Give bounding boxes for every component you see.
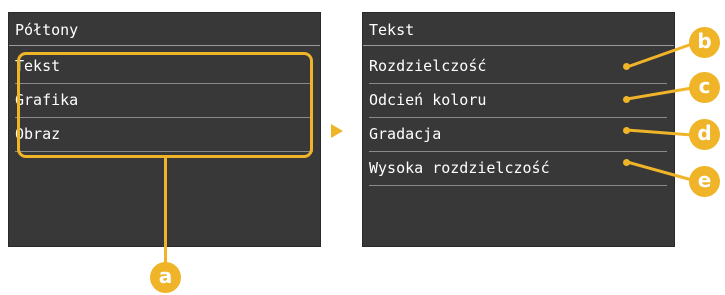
callout-marker-e: e	[689, 166, 720, 197]
callout-dot-d	[623, 127, 630, 134]
row-divider	[369, 83, 667, 84]
right-arrow-icon	[331, 124, 343, 138]
callout-dot-c	[623, 96, 630, 103]
menu-item-gradation[interactable]: Gradacja	[369, 125, 441, 143]
menu-item-color-tone[interactable]: Odcień koloru	[369, 91, 486, 109]
title-divider	[9, 45, 320, 46]
callout-dot-e	[623, 159, 630, 166]
callout-dot-b	[623, 63, 630, 70]
items-highlight-box	[17, 52, 313, 158]
callout-marker-b: b	[689, 27, 720, 58]
callout-marker-a: a	[150, 262, 181, 293]
callout-marker-d: d	[689, 119, 720, 150]
screen-title: Tekst	[369, 21, 415, 39]
menu-item-resolution[interactable]: Rozdzielczość	[369, 57, 486, 75]
screen-title: Półtony	[15, 21, 79, 39]
callout-marker-c: c	[689, 72, 720, 103]
row-divider	[369, 185, 667, 186]
row-divider	[369, 117, 667, 118]
menu-item-high-resolution[interactable]: Wysoka rozdzielczość	[369, 159, 550, 177]
row-divider	[369, 151, 667, 152]
callout-line-a	[164, 157, 167, 269]
title-divider	[363, 45, 674, 46]
